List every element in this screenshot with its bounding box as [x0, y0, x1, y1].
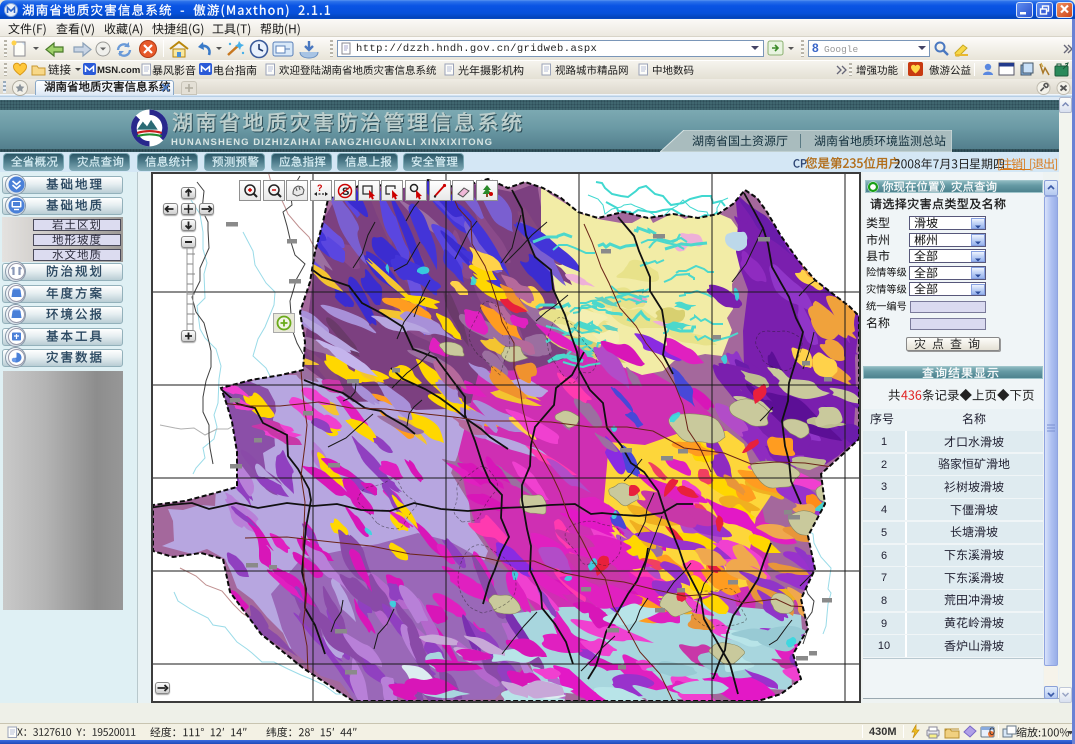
svg-text:?: ?	[317, 183, 323, 193]
